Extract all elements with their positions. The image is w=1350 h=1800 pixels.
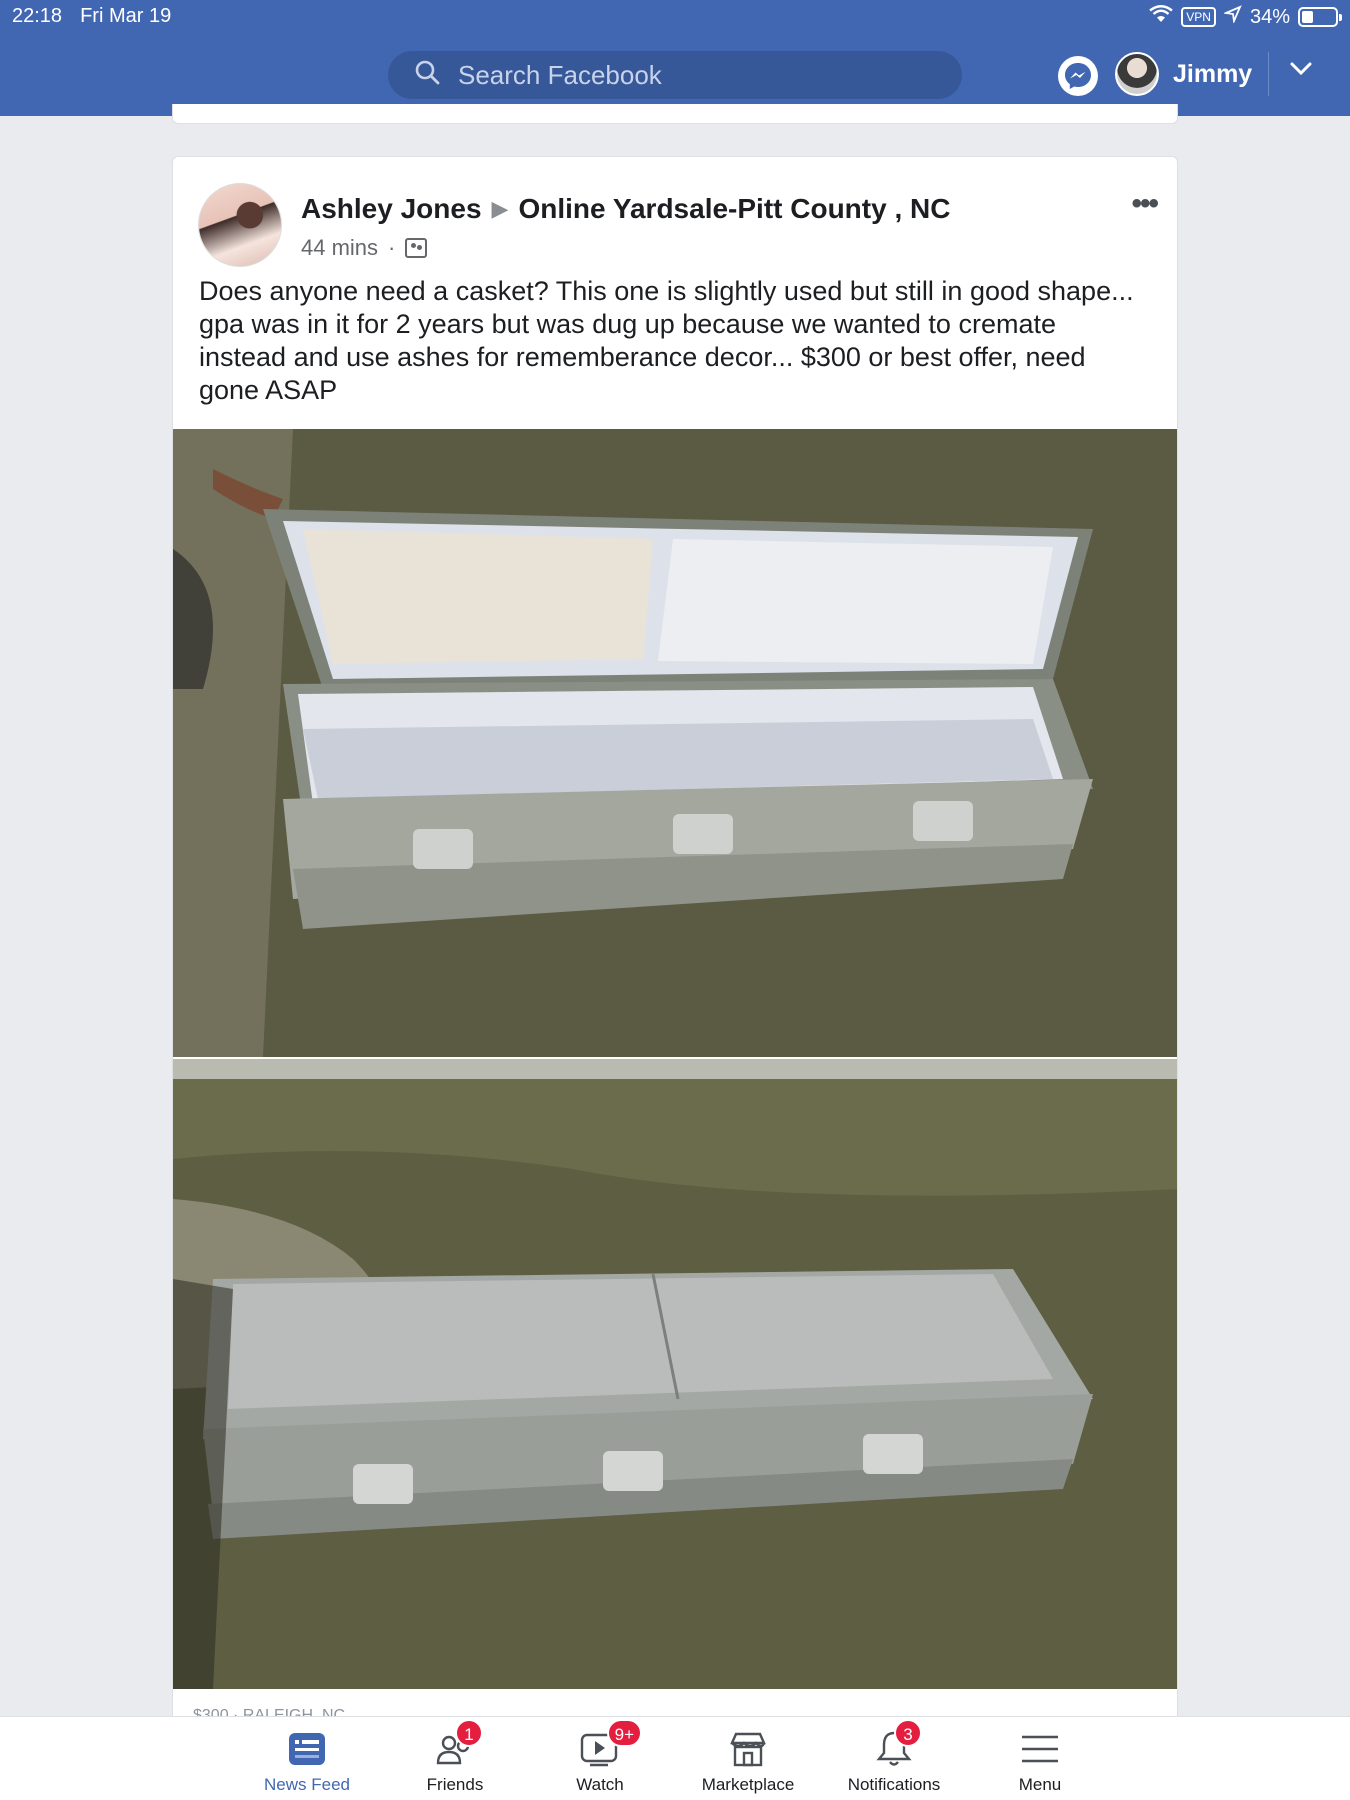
messenger-icon[interactable] (1058, 56, 1098, 96)
marketplace-icon (728, 1729, 768, 1769)
search-input[interactable] (458, 59, 898, 91)
nav-friends[interactable]: 1 Friends (375, 1719, 535, 1795)
watch-badge: 9+ (606, 1719, 642, 1747)
watch-icon: 9+ (580, 1719, 642, 1769)
group-name[interactable]: Online Yardsale-Pitt County , NC (518, 193, 950, 225)
group-privacy-icon (405, 238, 428, 258)
user-avatar[interactable] (1115, 52, 1159, 96)
nav-label: Marketplace (701, 1775, 795, 1794)
top-bar: 22:18 Fri Mar 19 VPN 34% Jimmy (0, 0, 1350, 116)
news-feed-icon (287, 1729, 327, 1769)
header-divider (1268, 52, 1269, 96)
post-meta: 44 mins · (301, 235, 428, 261)
menu-icon (1020, 1729, 1060, 1769)
search-icon (414, 59, 440, 92)
user-name[interactable]: Jimmy (1173, 60, 1252, 89)
author-name[interactable]: Ashley Jones (301, 193, 482, 225)
nav-news-feed[interactable]: News Feed (227, 1729, 387, 1795)
post-header: Ashley Jones ▶ Online Yardsale-Pitt Coun… (301, 193, 950, 225)
nav-marketplace[interactable]: Marketplace (668, 1729, 828, 1795)
location-icon (1222, 5, 1242, 29)
nav-notifications[interactable]: 3 Notifications (814, 1719, 974, 1795)
nav-menu[interactable]: Menu (960, 1729, 1120, 1795)
open-casket-photo[interactable] (173, 429, 1177, 1057)
battery-icon (1298, 7, 1342, 27)
bell-icon: 3 (874, 1719, 922, 1769)
nav-label: News Feed (264, 1775, 350, 1794)
vpn-badge: VPN (1181, 7, 1216, 27)
search-bar[interactable] (388, 51, 962, 99)
previous-post-edge (172, 104, 1178, 124)
status-time: 22:18 (12, 5, 63, 27)
nav-label: Menu (1018, 1775, 1062, 1794)
battery-percent: 34% (1249, 5, 1290, 28)
meta-separator: · (388, 235, 396, 260)
author-avatar[interactable] (198, 183, 282, 267)
friends-icon: 1 (435, 1719, 483, 1769)
post-time[interactable]: 44 mins (301, 235, 378, 261)
friends-badge: 1 (455, 1719, 483, 1747)
status-bar: 22:18 Fri Mar 19 VPN 34% (0, 0, 1350, 34)
notifications-badge: 3 (894, 1719, 922, 1747)
status-date: Fri Mar 19 (80, 5, 172, 27)
chevron-down-icon[interactable] (1290, 62, 1312, 81)
nav-label: Friends (426, 1775, 484, 1794)
wifi-icon (1149, 5, 1174, 29)
bottom-nav: News Feed 1 Friends 9+ Watch Marketplace… (0, 1716, 1350, 1800)
post-text: Does anyone need a casket? This one is s… (199, 276, 1134, 405)
nav-label: Watch (576, 1775, 624, 1794)
closed-casket-photo[interactable] (173, 1059, 1177, 1689)
nav-label: Notifications (847, 1775, 941, 1794)
more-options-icon[interactable]: ••• (1131, 187, 1158, 221)
nav-watch[interactable]: 9+ Watch (520, 1719, 680, 1795)
post-card: Ashley Jones ▶ Online Yardsale-Pitt Coun… (172, 156, 1178, 1726)
triangle-right-icon: ▶ (491, 196, 509, 221)
